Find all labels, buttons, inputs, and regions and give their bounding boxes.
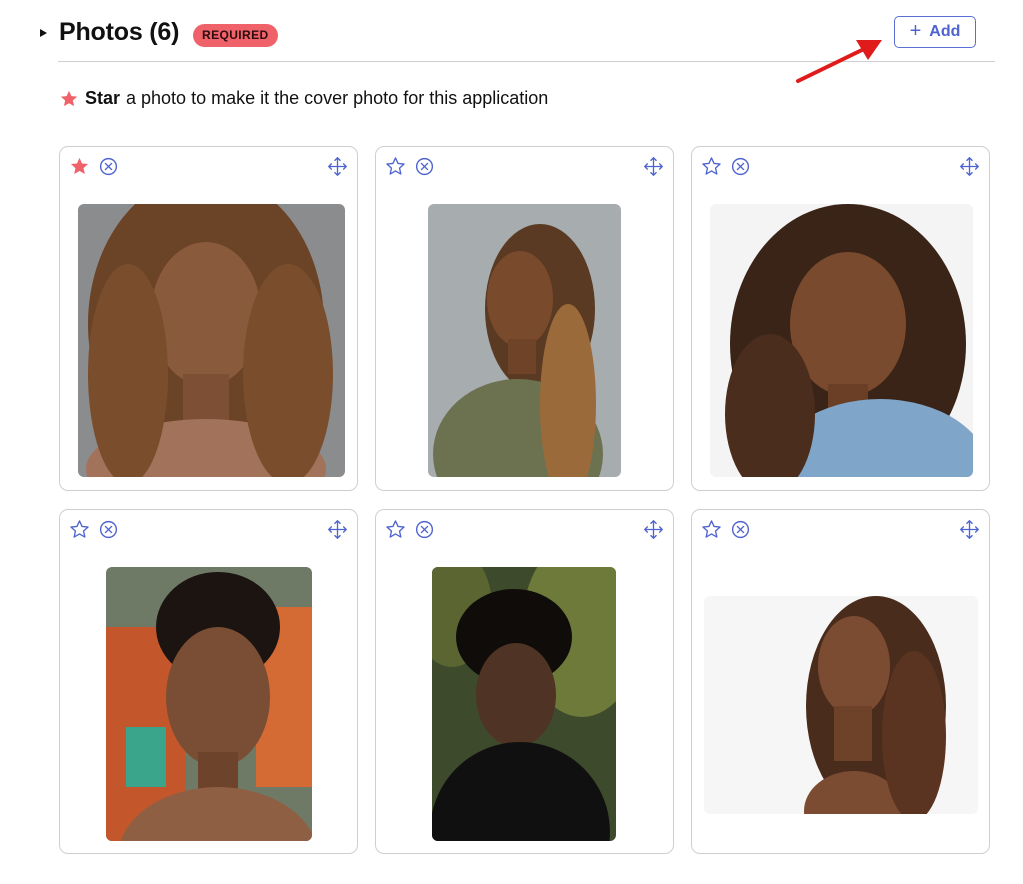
remove-circle-icon[interactable]: [98, 156, 119, 177]
photo-card[interactable]: [691, 509, 990, 854]
remove-circle-icon[interactable]: [414, 156, 435, 177]
photo-card[interactable]: [59, 146, 358, 491]
star-filled-icon: [60, 90, 78, 106]
cover-photo-hint: Star a photo to make it the cover photo …: [59, 88, 548, 109]
photo-card[interactable]: [59, 509, 358, 854]
move-arrows-icon[interactable]: [327, 156, 348, 177]
star-outline-icon[interactable]: [385, 156, 406, 177]
move-arrows-icon[interactable]: [959, 519, 980, 540]
move-arrows-icon[interactable]: [643, 156, 664, 177]
star-outline-icon[interactable]: [69, 519, 90, 540]
photo-card[interactable]: [375, 509, 674, 854]
photo-thumbnail[interactable]: [106, 567, 312, 841]
remove-circle-icon[interactable]: [730, 156, 751, 177]
photo-card[interactable]: [375, 146, 674, 491]
photo-thumbnail[interactable]: [428, 204, 621, 477]
photo-card[interactable]: [691, 146, 990, 491]
star-filled-icon[interactable]: [69, 156, 90, 177]
hint-bold-word: Star: [85, 88, 121, 108]
move-arrows-icon[interactable]: [643, 519, 664, 540]
hint-text: a photo to make it the cover photo for t…: [126, 88, 549, 108]
move-arrows-icon[interactable]: [959, 156, 980, 177]
remove-circle-icon[interactable]: [730, 519, 751, 540]
photo-thumbnail[interactable]: [704, 596, 978, 814]
annotation-arrow-icon: [796, 40, 882, 83]
add-button-label: Add: [929, 23, 961, 40]
required-badge: REQUIRED: [193, 24, 278, 47]
star-outline-icon[interactable]: [701, 519, 722, 540]
star-outline-icon[interactable]: [385, 519, 406, 540]
photo-thumbnail[interactable]: [78, 204, 345, 477]
photo-thumbnail[interactable]: [710, 204, 973, 477]
remove-circle-icon[interactable]: [414, 519, 435, 540]
photo-thumbnail[interactable]: [432, 567, 616, 841]
move-arrows-icon[interactable]: [327, 519, 348, 540]
remove-circle-icon[interactable]: [98, 519, 119, 540]
star-outline-icon[interactable]: [701, 156, 722, 177]
collapse-toggle-icon[interactable]: [40, 29, 47, 37]
section-title: Photos (6): [59, 18, 180, 46]
plus-icon: +: [909, 20, 922, 42]
add-photo-button[interactable]: + Add: [894, 16, 976, 48]
